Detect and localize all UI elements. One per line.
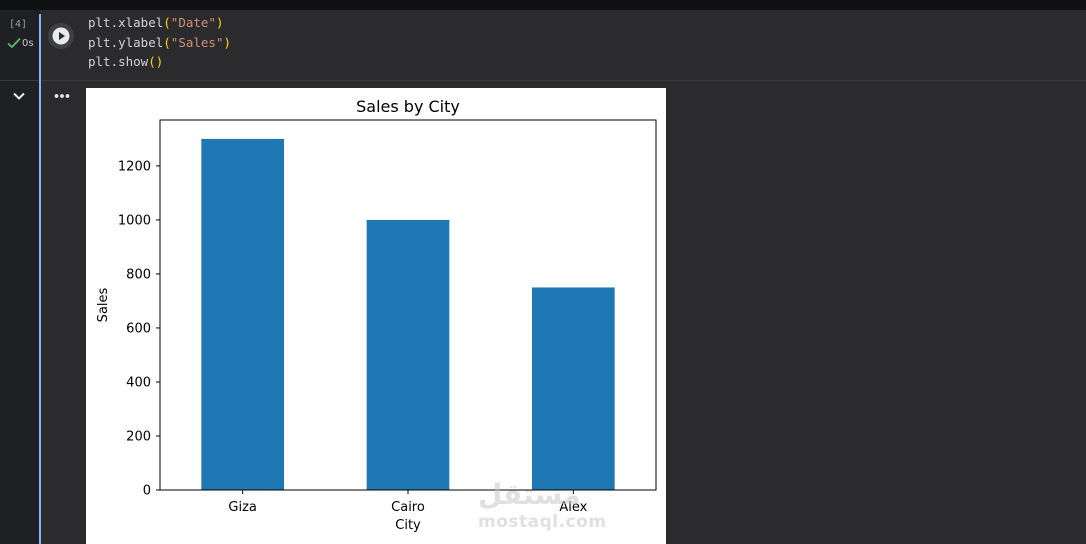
execution-time: 0s — [22, 38, 34, 49]
code-token: ) — [215, 15, 224, 30]
code-token: plt.show — [88, 54, 149, 69]
y-tick-label: 200 — [126, 429, 151, 444]
code-token: "Date" — [170, 15, 216, 30]
bar-giza — [201, 138, 284, 491]
execution-count: [4] — [9, 19, 28, 30]
code-token: "Sales" — [170, 34, 224, 50]
x-tick-label: Giza — [228, 500, 256, 515]
check-icon — [7, 37, 21, 49]
y-tick-label: 1000 — [118, 213, 151, 228]
run-cell-button[interactable] — [48, 23, 74, 49]
y-axis-label: Sales — [96, 287, 111, 322]
watermark-logo: مستقل — [478, 478, 581, 511]
top-toolbar-strip — [0, 0, 1086, 10]
output-divider — [41, 80, 1086, 81]
more-horiz-icon[interactable] — [53, 89, 71, 103]
chart-title: Sales by City — [356, 97, 460, 116]
active-cell-indicator — [39, 14, 41, 544]
watermark-url: mostaql.com — [478, 512, 607, 532]
x-tick-label: Cairo — [391, 500, 425, 515]
chevron-down-icon[interactable] — [11, 88, 27, 104]
code-token: ( — [163, 15, 171, 30]
y-tick-label: 0 — [143, 484, 151, 499]
code-editor[interactable]: plt.xlabel("Date") plt.ylabel("Sales") plt… — [88, 13, 231, 72]
bar-alex — [532, 287, 615, 490]
gutter-divider — [0, 80, 39, 81]
code-line: plt.show() — [88, 52, 231, 72]
chart-figure: 0 200 400 600 800 1000 1200 Giza Cairo Alex Sales … — [86, 88, 666, 544]
y-tick-label: 1200 — [118, 159, 151, 174]
bar-chart: 020040060080010001200Giza Cairo AlexSales … — [96, 97, 657, 533]
code-line: plt.xlabel("Date") — [88, 13, 231, 33]
code-token: ) — [223, 34, 232, 50]
code-token: plt.xlabel — [88, 15, 164, 30]
y-tick-label: 400 — [126, 375, 151, 390]
y-tick-label: 600 — [126, 321, 151, 336]
watermark: مستقل mostaql.com — [478, 478, 618, 534]
code-token: () — [148, 54, 164, 69]
play-icon — [52, 27, 70, 45]
code-line: plt.ylabel("Sales") — [88, 33, 231, 53]
bar-cairo — [366, 219, 450, 490]
code-token: plt.ylabel — [88, 34, 164, 50]
code-token: ( — [163, 34, 171, 50]
y-tick-label: 800 — [126, 267, 151, 282]
x-axis-label: City — [395, 518, 421, 533]
